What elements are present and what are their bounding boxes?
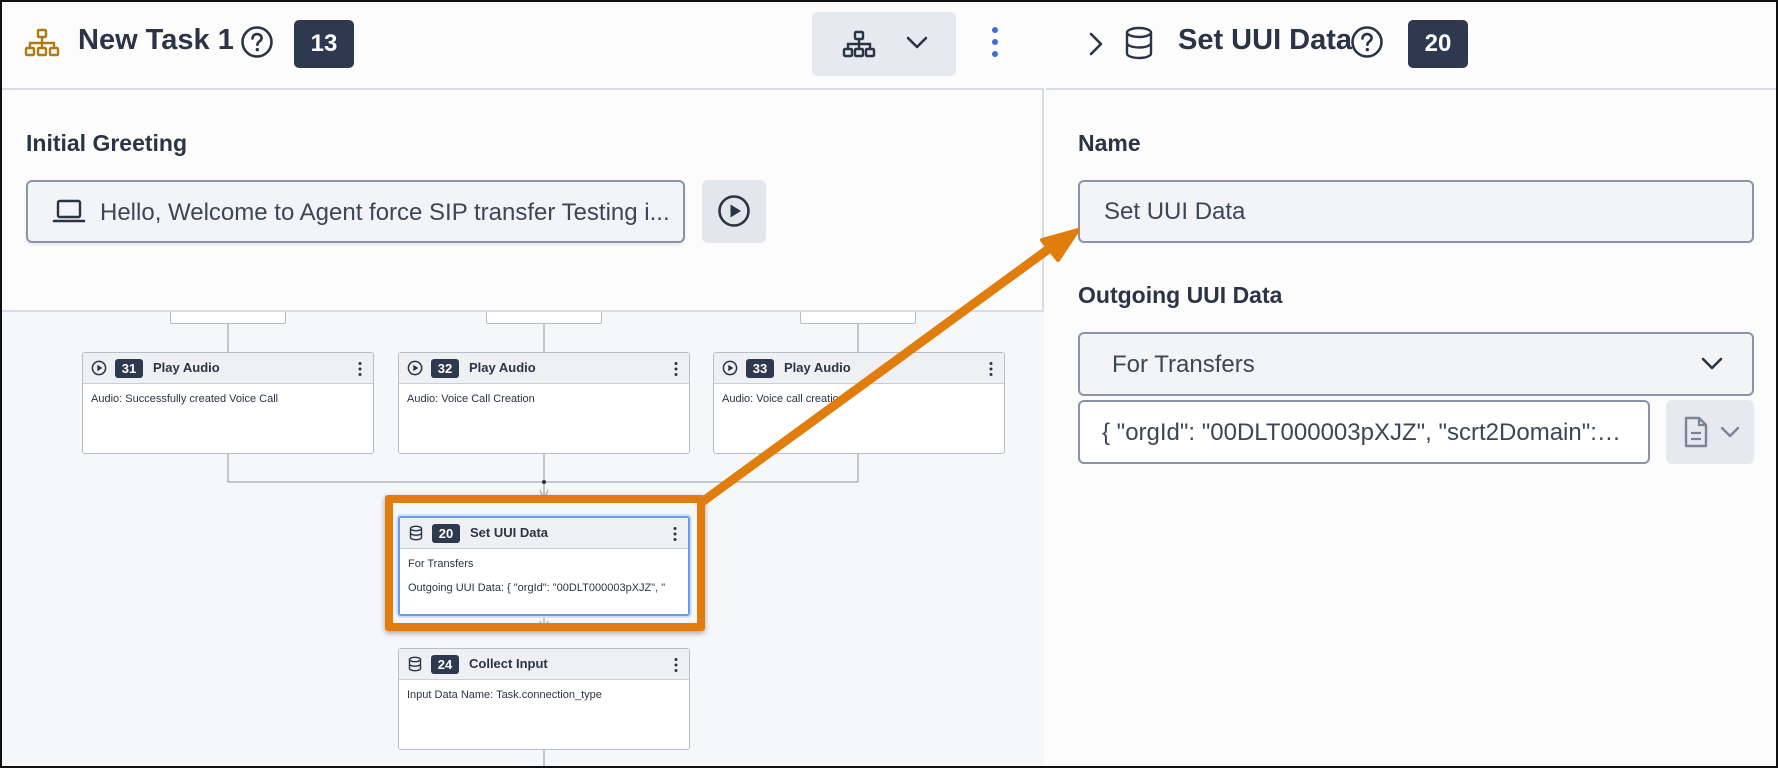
- node-header: 31 Play Audio: [83, 353, 373, 384]
- app-frame: New Task 1 13 Initial Greeting Hello, We…: [0, 0, 1778, 768]
- chevron-down-icon: [1720, 426, 1740, 438]
- play-icon: [722, 360, 738, 376]
- properties-panel: Set UUI Data 20 Name Set UUI Data Outgoi…: [1046, 2, 1776, 766]
- node-detail: Input Data Name: Task.connection_type: [407, 689, 602, 701]
- node-menu-icon[interactable]: [673, 361, 679, 377]
- task-title: New Task 1: [78, 24, 234, 56]
- select-value: For Transfers: [1112, 351, 1255, 378]
- node-menu-icon[interactable]: [988, 361, 994, 377]
- node-menu-icon[interactable]: [357, 361, 363, 377]
- node-header: 33 Play Audio: [714, 353, 1004, 384]
- document-icon: [1684, 416, 1708, 448]
- node-detail: Audio: Voice call creatio: [722, 393, 839, 405]
- view-layout-dropdown[interactable]: [812, 12, 956, 76]
- outgoing-uui-label: Outgoing UUI Data: [1078, 282, 1283, 308]
- node-header: 32 Play Audio: [399, 353, 689, 384]
- node-id-badge: 20: [1408, 20, 1468, 68]
- node-title: Play Audio: [784, 360, 851, 375]
- initial-greeting-label: Initial Greeting: [26, 130, 188, 156]
- database-icon: [408, 656, 422, 672]
- help-circle-icon[interactable]: [240, 25, 274, 59]
- node-id-badge: 31: [115, 359, 143, 378]
- node-title: Play Audio: [469, 360, 536, 375]
- name-label: Name: [1078, 130, 1141, 156]
- hierarchy-icon: [24, 28, 60, 57]
- chevron-down-icon: [1701, 357, 1723, 370]
- uui-json-field[interactable]: { "orgId": "00DLT000003pXJZ", "scrt2Doma…: [1078, 400, 1650, 464]
- expression-menu-button[interactable]: [1666, 400, 1754, 464]
- play-icon: [407, 360, 423, 376]
- node-detail: Audio: Successfully created Voice Call: [91, 393, 279, 405]
- more-vertical-icon[interactable]: [982, 22, 1008, 62]
- node-title: Play Audio: [153, 360, 220, 375]
- play-icon: [91, 360, 107, 376]
- play-circle-icon: [718, 195, 750, 227]
- chevron-down-icon: [906, 36, 928, 49]
- database-icon: [1125, 26, 1153, 60]
- node-header: 24 Collect Input: [399, 649, 689, 680]
- node-detail: Audio: Voice Call Creation: [407, 393, 535, 405]
- name-field[interactable]: Set UUI Data: [1078, 180, 1754, 243]
- node-title: Collect Input: [469, 656, 548, 671]
- task-id-badge: 13: [294, 20, 354, 68]
- play-greeting-button[interactable]: [702, 180, 766, 243]
- hierarchy-icon: [842, 30, 876, 58]
- chevron-right-icon[interactable]: [1086, 30, 1106, 58]
- node-id-badge: 33: [746, 359, 774, 378]
- task-panel: New Task 1 13 Initial Greeting Hello, We…: [2, 2, 1044, 766]
- initial-greeting-field[interactable]: Hello, Welcome to Agent force SIP transf…: [26, 180, 685, 243]
- task-header: New Task 1 13: [2, 2, 1044, 90]
- node-id-badge: 24: [431, 655, 459, 674]
- flow-node-play-audio-32[interactable]: 32 Play Audio Audio: Voice Call Creation: [398, 352, 690, 454]
- properties-title: Set UUI Data: [1178, 24, 1353, 56]
- laptop-icon: [52, 199, 86, 223]
- flow-node-play-audio-33[interactable]: 33 Play Audio Audio: Voice call creatio: [713, 352, 1005, 454]
- flow-node-collect-input-24[interactable]: 24 Collect Input Input Data Name: Task.c…: [398, 648, 690, 750]
- properties-header: Set UUI Data 20: [1046, 2, 1776, 90]
- node-id-badge: 32: [431, 359, 459, 378]
- uui-type-select[interactable]: For Transfers: [1078, 332, 1754, 396]
- help-circle-icon[interactable]: [1350, 25, 1384, 59]
- flow-node-play-audio-31[interactable]: 31 Play Audio Audio: Successfully create…: [82, 352, 374, 454]
- node-menu-icon[interactable]: [673, 657, 679, 673]
- greeting-value: Hello, Welcome to Agent force SIP transf…: [100, 199, 670, 226]
- highlight-box: [385, 495, 705, 631]
